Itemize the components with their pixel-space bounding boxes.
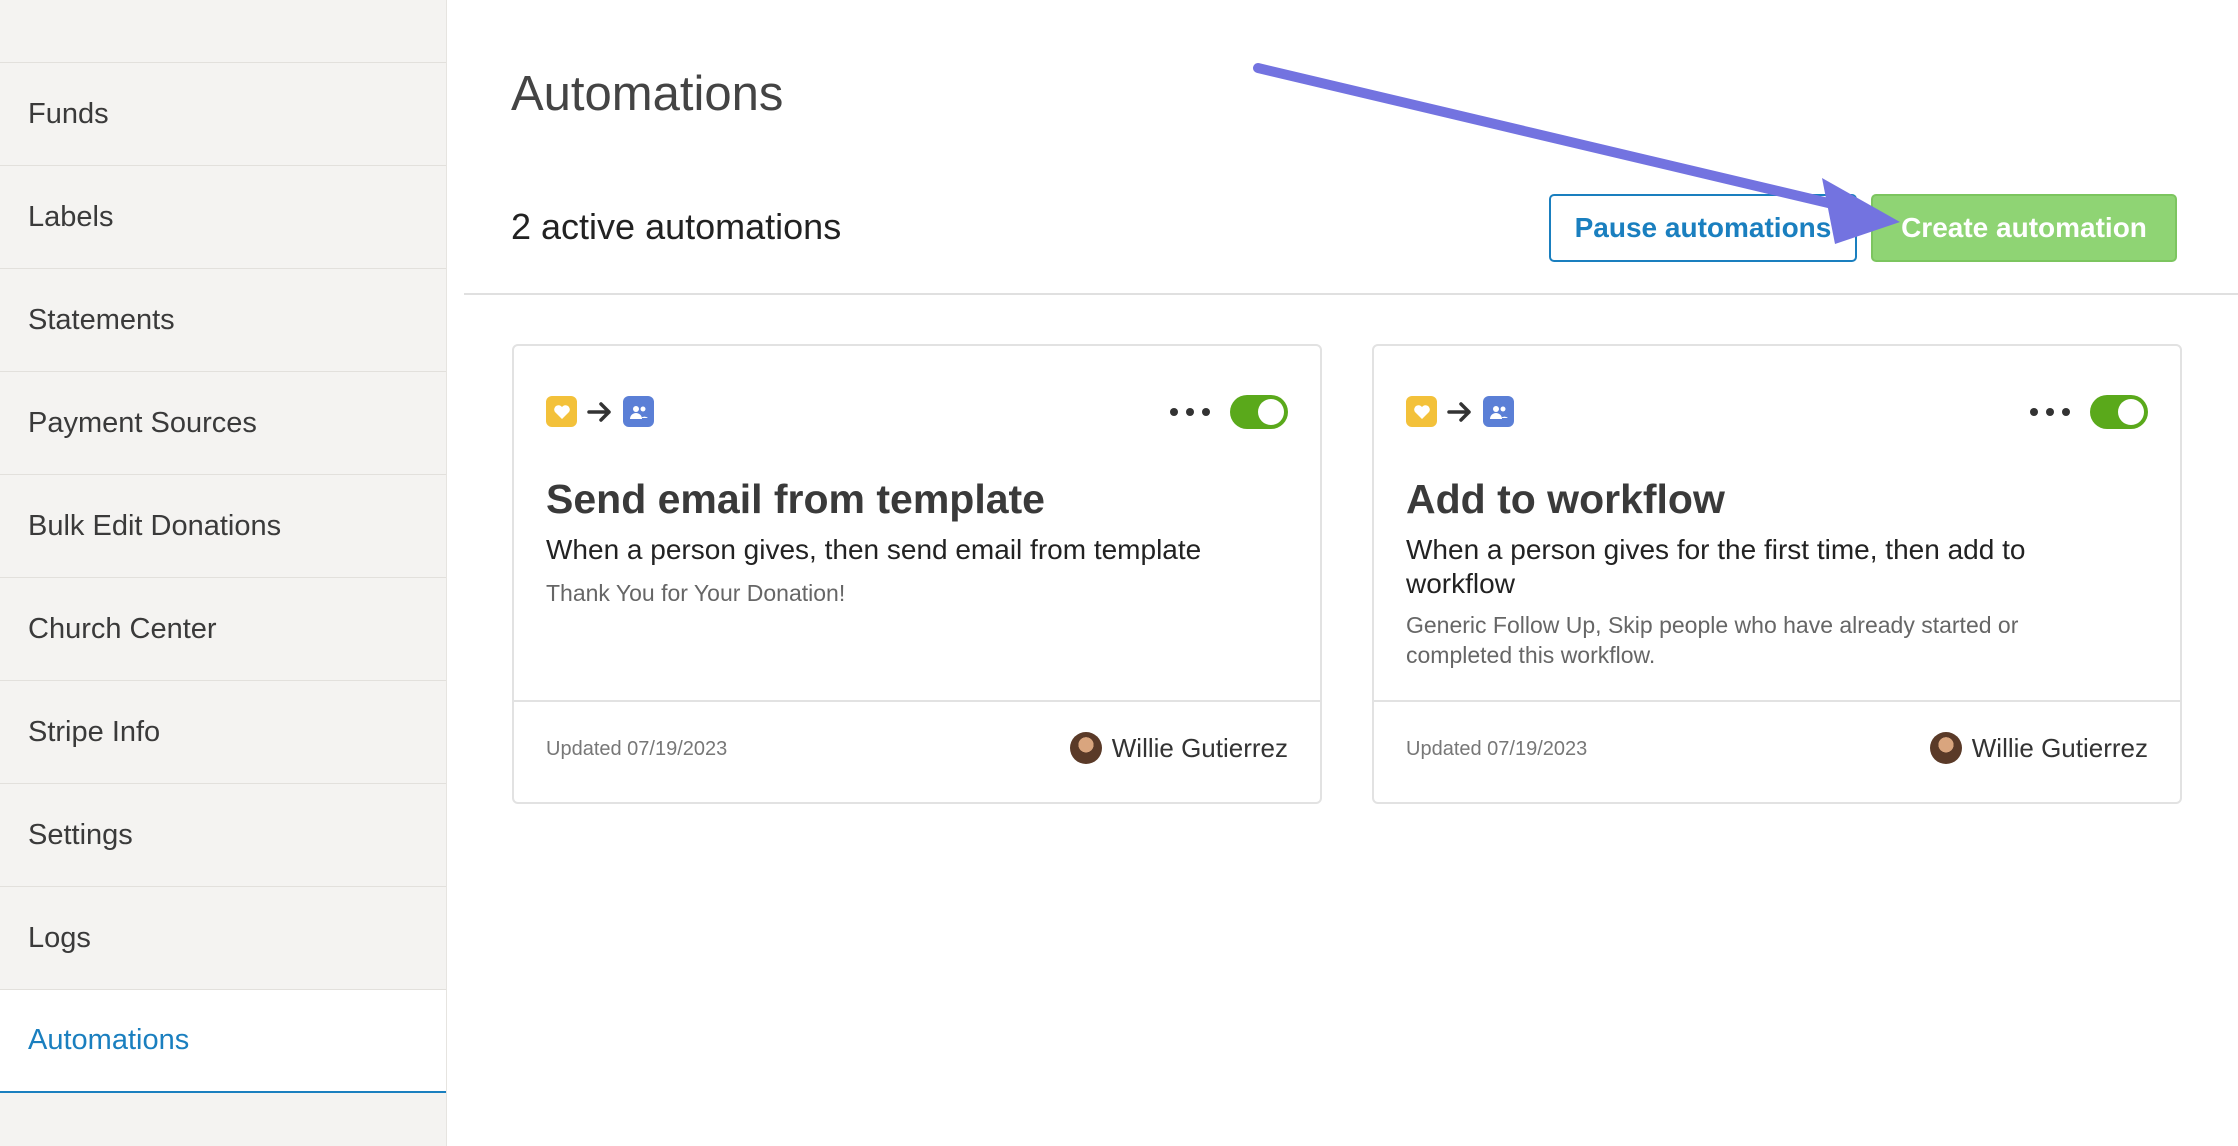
author-name: Willie Gutierrez bbox=[1971, 732, 2148, 763]
sidebar: Funds Labels Statements Payment Sources … bbox=[0, 0, 447, 1146]
sidebar-item-label: Logs bbox=[28, 921, 91, 954]
sidebar-item-settings[interactable]: Settings bbox=[0, 784, 446, 887]
automation-description: When a person gives for the first time, … bbox=[1406, 534, 2026, 599]
more-options-icon[interactable] bbox=[2030, 402, 2070, 422]
card-footer: Updated 07/19/2023 Willie Gutierrez bbox=[1374, 700, 2180, 802]
updated-date: Updated 07/19/2023 bbox=[546, 738, 728, 760]
sidebar-item-label: Bulk Edit Donations bbox=[28, 509, 282, 542]
sidebar-item-label: Labels bbox=[28, 200, 114, 233]
automation-enabled-toggle[interactable] bbox=[2090, 395, 2148, 429]
author: Willie Gutierrez bbox=[1069, 732, 1288, 764]
automation-details: Generic Follow Up, Skip people who have … bbox=[1406, 612, 2019, 668]
automation-enabled-toggle[interactable] bbox=[1230, 395, 1288, 429]
card-footer: Updated 07/19/2023 Willie Gutierrez bbox=[514, 700, 1320, 802]
sidebar-top-spacer bbox=[0, 0, 446, 63]
sidebar-item-funds[interactable]: Funds bbox=[0, 63, 446, 166]
updated-date: Updated 07/19/2023 bbox=[1406, 738, 1588, 760]
automation-title: Add to workflow bbox=[1406, 476, 1725, 522]
pause-automations-button[interactable]: Pause automations bbox=[1549, 194, 1857, 262]
sidebar-item-label: Church Center bbox=[28, 612, 217, 645]
sidebar-item-church-center[interactable]: Church Center bbox=[0, 578, 446, 681]
avatar bbox=[1929, 732, 1962, 764]
automation-card[interactable]: Send email from template When a person g… bbox=[512, 344, 1322, 804]
sidebar-item-labels[interactable]: Labels bbox=[0, 166, 446, 269]
page-title: Automations bbox=[511, 67, 784, 121]
author: Willie Gutierrez bbox=[1929, 732, 2148, 764]
sidebar-item-automations[interactable]: Automations bbox=[0, 990, 446, 1093]
donation-heart-icon bbox=[1406, 396, 1437, 427]
header-divider bbox=[464, 293, 2238, 295]
sidebar-item-label: Payment Sources bbox=[28, 406, 257, 439]
automation-title: Send email from template bbox=[546, 476, 1045, 522]
sidebar-item-label: Automations bbox=[28, 1024, 190, 1056]
create-automation-button[interactable]: Create automation bbox=[1871, 194, 2177, 262]
donation-heart-icon bbox=[546, 396, 577, 427]
arrow-right-icon bbox=[585, 397, 615, 427]
sidebar-item-logs[interactable]: Logs bbox=[0, 887, 446, 990]
sidebar-item-label: Funds bbox=[28, 97, 109, 130]
automation-card[interactable]: Add to workflow When a person gives for … bbox=[1372, 344, 2182, 804]
sidebar-item-label: Statements bbox=[28, 303, 175, 336]
sidebar-item-label: Stripe Info bbox=[28, 715, 161, 748]
arrow-right-icon bbox=[1445, 397, 1475, 427]
automation-description: When a person gives, then send email fro… bbox=[546, 534, 1202, 565]
people-icon bbox=[623, 396, 654, 427]
sidebar-item-statements[interactable]: Statements bbox=[0, 269, 446, 372]
sidebar-item-payment-sources[interactable]: Payment Sources bbox=[0, 372, 446, 475]
sidebar-item-bulk-edit-donations[interactable]: Bulk Edit Donations bbox=[0, 475, 446, 578]
trigger-action-icons bbox=[1406, 396, 1514, 427]
sidebar-item-label: Settings bbox=[28, 818, 133, 851]
author-name: Willie Gutierrez bbox=[1111, 732, 1288, 763]
main-content: Automations 2 active automations Pause a… bbox=[447, 0, 2238, 1146]
active-automations-count: 2 active automations bbox=[511, 206, 842, 247]
trigger-action-icons bbox=[546, 396, 654, 427]
people-icon bbox=[1483, 396, 1514, 427]
avatar bbox=[1069, 732, 1102, 764]
automation-details: Thank You for Your Donation! bbox=[546, 580, 846, 606]
more-options-icon[interactable] bbox=[1170, 402, 1210, 422]
sidebar-item-stripe-info[interactable]: Stripe Info bbox=[0, 681, 446, 784]
